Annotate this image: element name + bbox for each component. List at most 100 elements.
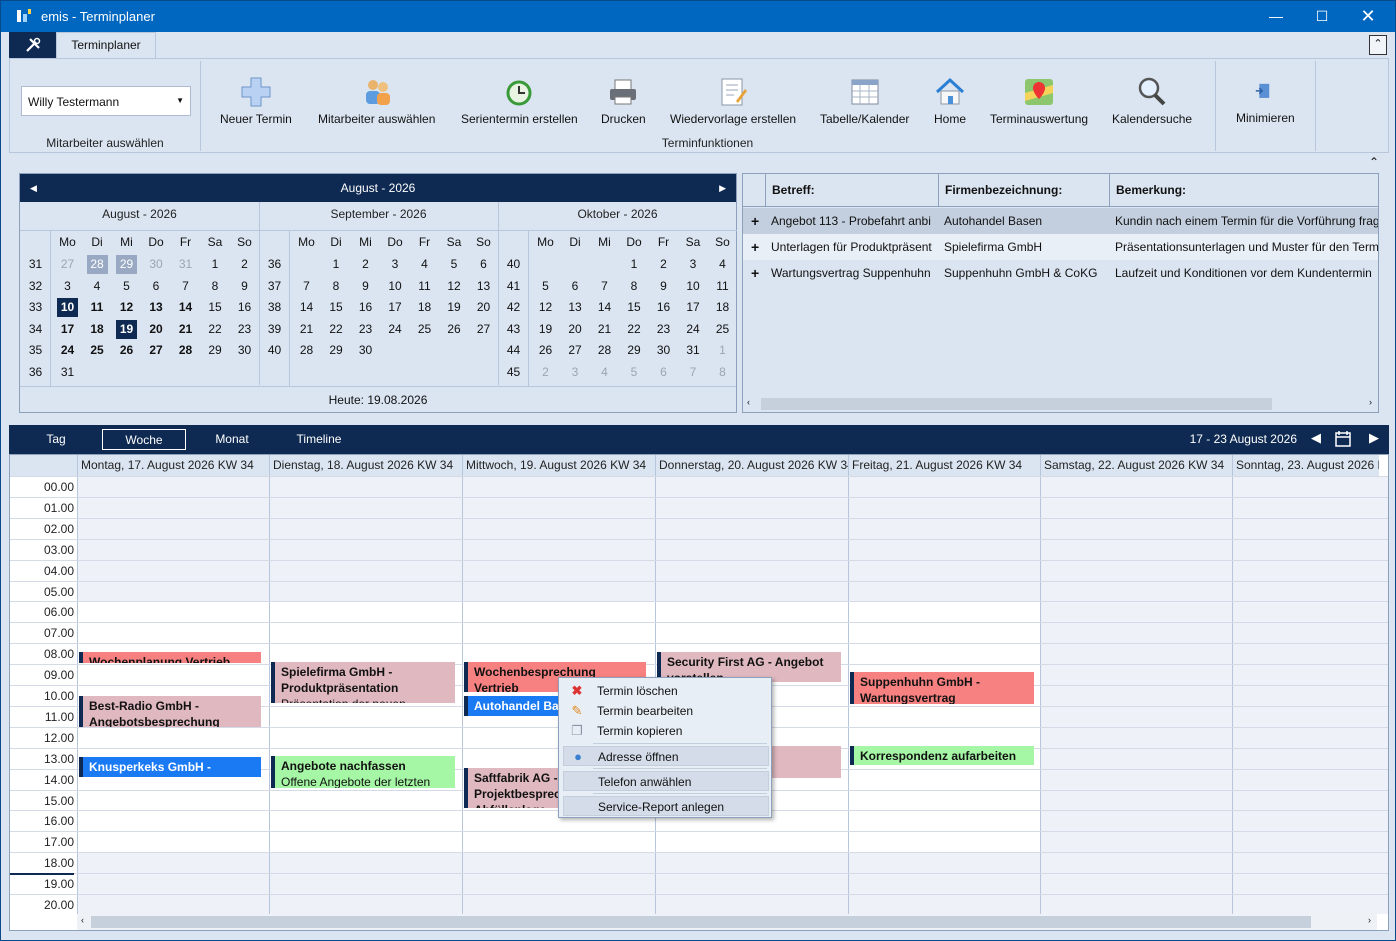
close-window-button[interactable]: ✕ (1345, 1, 1391, 32)
calendar-day[interactable]: 3 (385, 255, 406, 274)
tools-tab[interactable] (9, 32, 56, 58)
calendar-day[interactable]: 26 (444, 320, 465, 339)
grid-horizontal-scrollbar[interactable]: ‹ › (743, 396, 1378, 412)
calendar-icon[interactable] (1335, 430, 1351, 447)
appointment[interactable]: Knusperkeks GmbH - (79, 757, 261, 777)
expand-row-icon[interactable]: + (751, 260, 759, 286)
appointment[interactable]: Spielefirma GmbH - ProduktpräsentationPrä… (271, 662, 455, 703)
tab-terminplaner[interactable]: Terminplaner (56, 32, 156, 59)
calendar-day[interactable]: 30 (355, 341, 376, 360)
grid-col-remark[interactable]: Bemerkung: (1109, 174, 1378, 207)
calendar-day[interactable]: 9 (653, 277, 674, 296)
table-calendar-button[interactable]: Tabelle/Kalender (820, 75, 909, 126)
calendar-day[interactable]: 7 (683, 363, 704, 382)
menu-copy-appointment[interactable]: ❐ Termin kopieren (563, 721, 769, 741)
calendar-day[interactable]: 27 (473, 320, 494, 339)
calendar-day[interactable]: 31 (175, 255, 196, 274)
calendar-day[interactable]: 2 (653, 255, 674, 274)
calendar-day[interactable]: 30 (234, 341, 255, 360)
grid-col-company[interactable]: Firmenbezeichnung: (938, 174, 1109, 207)
expand-row-icon[interactable]: + (751, 234, 759, 260)
calendar-day[interactable]: 3 (683, 255, 704, 274)
calendar-day[interactable]: 21 (296, 320, 317, 339)
calendar-day[interactable]: 15 (326, 298, 347, 317)
calendar-day[interactable]: 25 (87, 341, 108, 360)
calendar-day[interactable]: 8 (624, 277, 645, 296)
calendar-day[interactable]: 27 (57, 255, 78, 274)
ribbon-collapse-button[interactable]: ⌃ (1369, 35, 1387, 55)
prev-week-icon[interactable]: ◀ (1311, 430, 1321, 446)
calendar-day[interactable]: 4 (87, 277, 108, 296)
calendar-day[interactable]: 4 (414, 255, 435, 274)
calendar-day[interactable]: 11 (712, 277, 733, 296)
calendar-day[interactable]: 27 (565, 341, 586, 360)
calendar-day[interactable]: 1 (205, 255, 226, 274)
calendar-day[interactable]: 8 (326, 277, 347, 296)
calendar-day[interactable]: 6 (473, 255, 494, 274)
calendar-day[interactable]: 7 (175, 277, 196, 296)
calendar-day[interactable]: 2 (535, 363, 556, 382)
calendar-day[interactable]: 23 (234, 320, 255, 339)
calendar-day[interactable]: 6 (565, 277, 586, 296)
calendar-day[interactable]: 30 (146, 255, 167, 274)
grid-col-subject[interactable]: Betreff: (765, 174, 938, 207)
view-monat[interactable]: Monat (204, 429, 260, 450)
calendar-day[interactable]: 5 (444, 255, 465, 274)
calendar-day[interactable]: 13 (146, 298, 167, 317)
menu-delete-appointment[interactable]: ✖ Termin löschen (563, 681, 769, 701)
calendar-day[interactable]: 21 (594, 320, 615, 339)
day-header[interactable]: Samstag, 22. August 2026 KW 34 (1040, 455, 1233, 476)
next-week-icon[interactable]: ▶ (1369, 430, 1379, 446)
calendar-day[interactable]: 19 (116, 319, 137, 339)
calendar-day[interactable]: 8 (205, 277, 226, 296)
calendar-day[interactable]: 12 (535, 298, 556, 317)
calendar-day[interactable]: 29 (624, 341, 645, 360)
calendar-day[interactable]: 15 (205, 298, 226, 317)
calendar-day[interactable]: 9 (234, 277, 255, 296)
calendar-day[interactable]: 2 (234, 255, 255, 274)
calendar-day[interactable]: 26 (535, 341, 556, 360)
calendar-day[interactable]: 20 (473, 298, 494, 317)
view-timeline[interactable]: Timeline (279, 429, 359, 450)
employee-combo[interactable]: Willy Testermann ▼ (21, 86, 191, 116)
calendar-day[interactable]: 17 (57, 320, 78, 339)
day-header[interactable]: Mittwoch, 19. August 2026 KW 34 (462, 455, 655, 476)
calendar-day[interactable]: 22 (205, 320, 226, 339)
calendar-day[interactable]: 18 (87, 320, 108, 339)
calendar-day[interactable]: 7 (594, 277, 615, 296)
calendar-day[interactable]: 6 (146, 277, 167, 296)
calendar-day[interactable]: 20 (146, 320, 167, 339)
appointment[interactable]: Best-Radio GmbH - Angebotsbesprechung (79, 696, 261, 727)
appointment[interactable]: Angebote nachfassen Offene Angebote der l… (271, 756, 455, 789)
calendar-day[interactable]: 17 (683, 298, 704, 317)
calendar-day[interactable]: 9 (355, 277, 376, 296)
calendar-day[interactable]: 14 (296, 298, 317, 317)
day-header[interactable]: Sonntag, 23. August 2026 KW 34 (1232, 455, 1379, 476)
calendar-day[interactable]: 10 (683, 277, 704, 296)
calendar-day[interactable]: 15 (624, 298, 645, 317)
view-tag[interactable]: Tag (29, 429, 83, 450)
calendar-day[interactable]: 5 (624, 363, 645, 382)
calendar-day[interactable]: 25 (712, 320, 733, 339)
calendar-day[interactable]: 26 (116, 341, 137, 360)
calendar-day[interactable]: 18 (414, 298, 435, 317)
evaluation-button[interactable]: Terminauswertung (990, 75, 1088, 126)
calendar-day[interactable]: 30 (653, 341, 674, 360)
day-header[interactable]: Montag, 17. August 2026 KW 34 (77, 455, 270, 476)
calendar-day[interactable]: 23 (653, 320, 674, 339)
calendar-day[interactable]: 6 (653, 363, 674, 382)
calendar-day[interactable]: 24 (385, 320, 406, 339)
calendar-day[interactable]: 10 (57, 298, 78, 317)
calendar-day[interactable]: 13 (473, 277, 494, 296)
select-staff-button[interactable]: Mitarbeiter auswählen (318, 75, 435, 126)
calendar-day[interactable]: 29 (205, 341, 226, 360)
calendar-day[interactable]: 1 (624, 255, 645, 274)
menu-dial-phone[interactable]: Telefon anwählen (563, 771, 769, 791)
calendar-day[interactable]: 4 (712, 255, 733, 274)
followup-button[interactable]: Wiedervorlage erstellen (670, 75, 796, 126)
calendar-day[interactable]: 1 (712, 341, 733, 360)
calendar-day[interactable]: 3 (565, 363, 586, 382)
panel-splitter[interactable]: ⌃ (9, 153, 1389, 171)
chevron-up-icon[interactable]: ⌃ (1369, 155, 1379, 169)
menu-edit-appointment[interactable]: ✎ Termin bearbeiten (563, 701, 769, 721)
